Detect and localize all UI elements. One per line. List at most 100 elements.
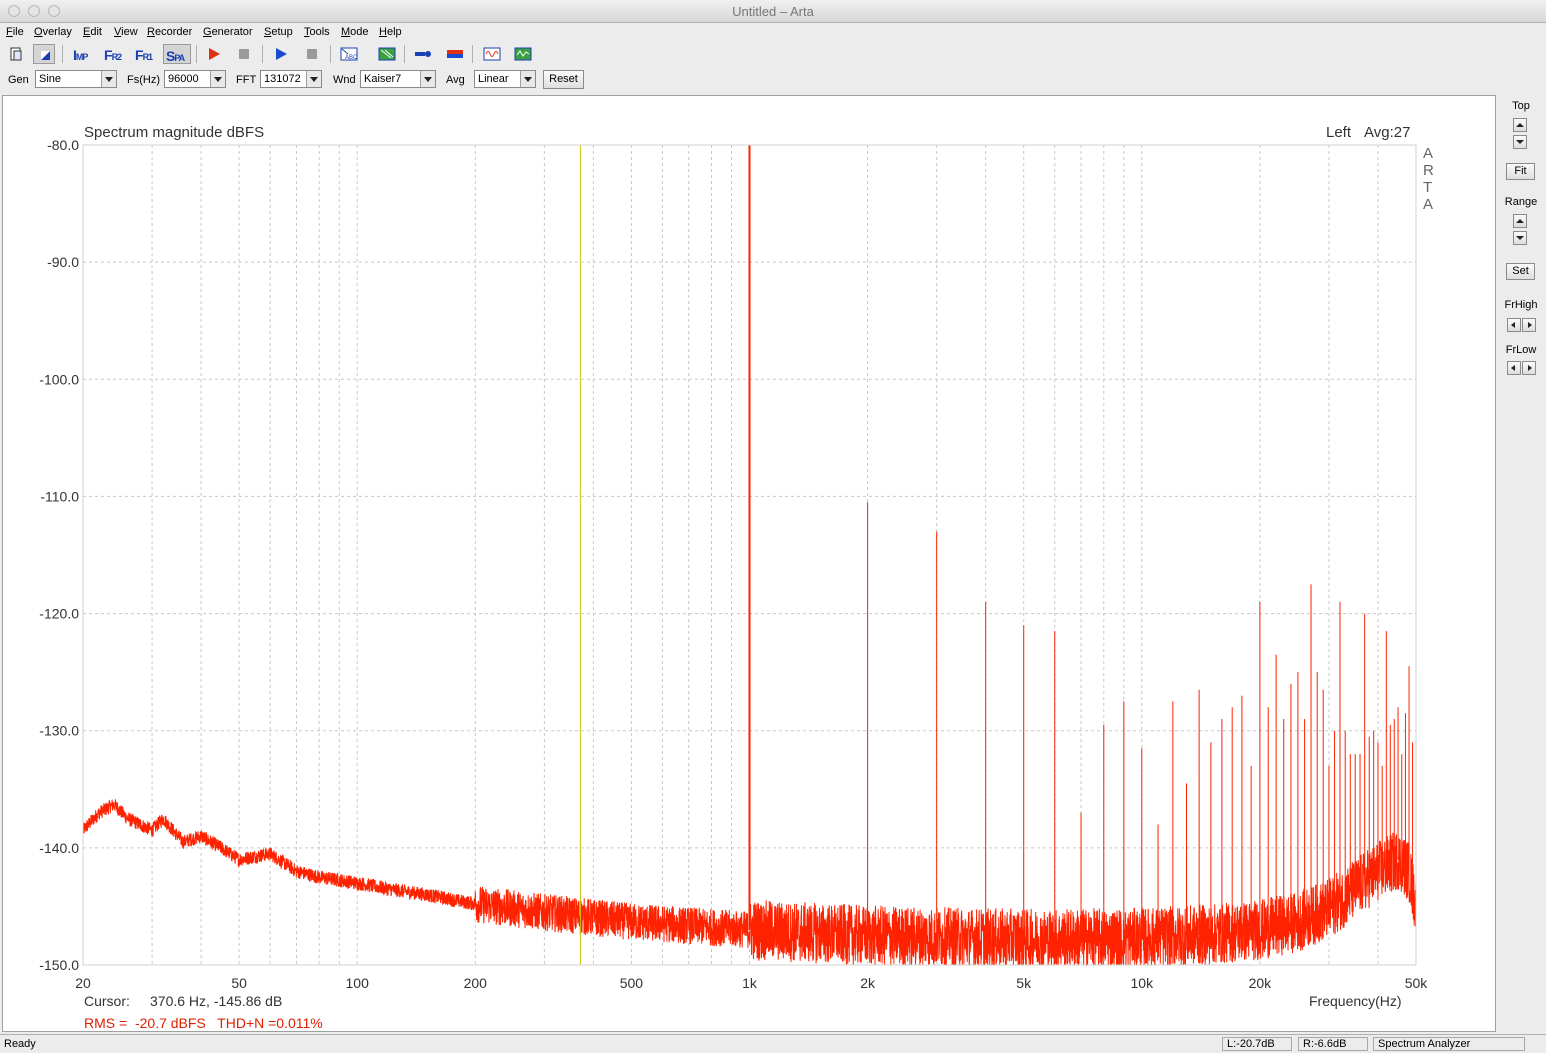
toolbar: IMP FR2 FR1 SPA ABC (0, 42, 1546, 66)
y-tick-labels: -80.0 -90.0 -100.0 -110.0 -120.0 -130.0 -140.0… (39, 137, 79, 973)
abc-text-icon: ABC (340, 47, 358, 61)
frhigh-left-button[interactable] (1507, 318, 1521, 332)
record-start-button[interactable] (203, 44, 225, 64)
top-down-button[interactable] (1513, 135, 1527, 149)
right-control-panel: Top Fit Range Set FrHigh FrLow (1498, 95, 1546, 1032)
x-tick-label: 1k (742, 975, 758, 991)
fr2-label-big: F (104, 47, 113, 63)
pointer-mode-button[interactable] (33, 44, 55, 64)
watermark-letter: A (1423, 145, 1433, 162)
y-tick-label: -80.0 (47, 137, 79, 153)
mode-readout: Spectrum Analyzer (1373, 1037, 1525, 1051)
right-level-readout: R:-6.6dB (1298, 1037, 1368, 1051)
x-tick-label: 500 (620, 975, 644, 991)
frhigh-label: FrHigh (1504, 299, 1538, 311)
x-tick-label: 20 (75, 975, 91, 991)
chevron-down-icon (420, 71, 435, 87)
record-stop-button[interactable] (233, 44, 255, 64)
fr1-mode-button[interactable]: FR1 (132, 44, 160, 64)
x-tick-label: 50 (231, 975, 247, 991)
wnd-label: Wnd (333, 74, 356, 86)
x-tick-label: 20k (1249, 975, 1273, 991)
y-tick-label: -150.0 (39, 957, 79, 973)
x-tick-labels: 20 50 100 200 500 1k 2k 5k 10k 20k 50k (75, 975, 1428, 991)
x-axis-label: Frequency(Hz) (1309, 993, 1402, 1009)
top-up-button[interactable] (1513, 118, 1527, 132)
menu-help[interactable]: Help (379, 26, 402, 38)
frlow-right-button[interactable] (1522, 361, 1536, 375)
spectrum-mode-button[interactable]: SPA (163, 44, 191, 64)
menu-view[interactable]: View (114, 26, 138, 38)
menu-setup[interactable]: Setup (264, 26, 293, 38)
stop-icon (307, 49, 317, 59)
watermark-letter: R (1423, 162, 1434, 179)
toolbar-separator (262, 45, 263, 63)
cursor-label: Cursor: (84, 993, 130, 1009)
impulse-mode-button[interactable]: IMP (70, 44, 98, 64)
plot-title: Spectrum magnitude dBFS (84, 124, 264, 141)
status-text: Ready (4, 1038, 36, 1050)
watermark-letter: T (1423, 179, 1432, 196)
menu-file[interactable]: File (6, 26, 24, 38)
window-title: Untitled – Arta (732, 4, 814, 19)
menu-overlay[interactable]: Overlay (34, 26, 72, 38)
menu-generator[interactable]: Generator (203, 26, 253, 38)
hatch-color-icon (378, 47, 396, 61)
status-bar: Ready L:-20.7dB R:-6.6dB Spectrum Analyz… (0, 1034, 1546, 1053)
spectrum-plot[interactable]: -80.0 -90.0 -100.0 -110.0 -120.0 -130.0 -140.0… (2, 95, 1496, 1032)
analyzer-controls: Gen Sine Fs(Hz) 96000 FFT 131072 Wnd Kai… (0, 67, 1546, 93)
level-meter-button[interactable] (443, 44, 465, 64)
frhigh-right-button[interactable] (1522, 318, 1536, 332)
x-tick-label: 200 (464, 975, 488, 991)
scope-icon (514, 47, 532, 61)
set-button[interactable]: Set (1506, 263, 1535, 280)
chevron-down-icon (520, 71, 535, 87)
wnd-select[interactable]: Kaiser7 (360, 70, 436, 88)
input-calibration-button[interactable] (411, 44, 433, 64)
signal-generator-button[interactable] (480, 44, 502, 64)
y-tick-label: -110.0 (40, 488, 79, 504)
fft-select[interactable]: 131072 (260, 70, 322, 88)
fr2-mode-button[interactable]: FR2 (101, 44, 129, 64)
fr1-label-small: R1 (142, 52, 153, 62)
y-tick-label: -100.0 (39, 371, 79, 387)
rms-thd-readout: RMS = -20.7 dBFS THD+N =0.011% (84, 1015, 323, 1031)
x-tick-label: 100 (346, 975, 370, 991)
svg-text:ABC: ABC (345, 55, 358, 61)
new-file-button[interactable] (5, 44, 27, 64)
menu-mode[interactable]: Mode (341, 26, 369, 38)
range-label: Range (1504, 196, 1538, 208)
spectrum-chart-svg[interactable]: -80.0 -90.0 -100.0 -110.0 -120.0 -130.0 -140.0… (3, 96, 1495, 1031)
text-annotation-button[interactable]: ABC (337, 44, 359, 64)
range-down-button[interactable] (1513, 231, 1527, 245)
avg-select[interactable]: Linear (474, 70, 536, 88)
x-tick-label: 2k (860, 975, 876, 991)
y-tick-label: -130.0 (39, 723, 79, 739)
menu-recorder[interactable]: Recorder (147, 26, 192, 38)
menu-tools[interactable]: Tools (304, 26, 330, 38)
fit-button[interactable]: Fit (1506, 163, 1535, 180)
gen-select[interactable]: Sine (35, 70, 117, 88)
range-up-button[interactable] (1513, 214, 1527, 228)
frlow-left-button[interactable] (1507, 361, 1521, 375)
menu-edit[interactable]: Edit (83, 26, 102, 38)
fs-select[interactable]: 96000 (164, 70, 226, 88)
reset-button[interactable]: Reset (543, 70, 584, 89)
top-label: Top (1512, 100, 1530, 112)
avg-label: Avg (446, 74, 465, 86)
colors-setup-button[interactable] (375, 44, 397, 64)
imp-label-small: MP (75, 52, 88, 62)
spa-label-small: PA (174, 53, 185, 63)
fft-label: FFT (236, 74, 257, 86)
menu-bar: File Overlay Edit View Recorder Generato… (0, 23, 1546, 42)
toolbar-separator (472, 45, 473, 63)
fr1-label-big: F (135, 47, 144, 63)
oscilloscope-button[interactable] (511, 44, 533, 64)
chevron-down-icon (210, 71, 225, 87)
gen-label: Gen (8, 74, 29, 86)
fs-label: Fs(Hz) (127, 74, 160, 86)
y-tick-label: -90.0 (47, 254, 79, 270)
fr2-label-small: R2 (111, 52, 122, 62)
generator-stop-button[interactable] (301, 44, 323, 64)
generator-start-button[interactable] (270, 44, 292, 64)
